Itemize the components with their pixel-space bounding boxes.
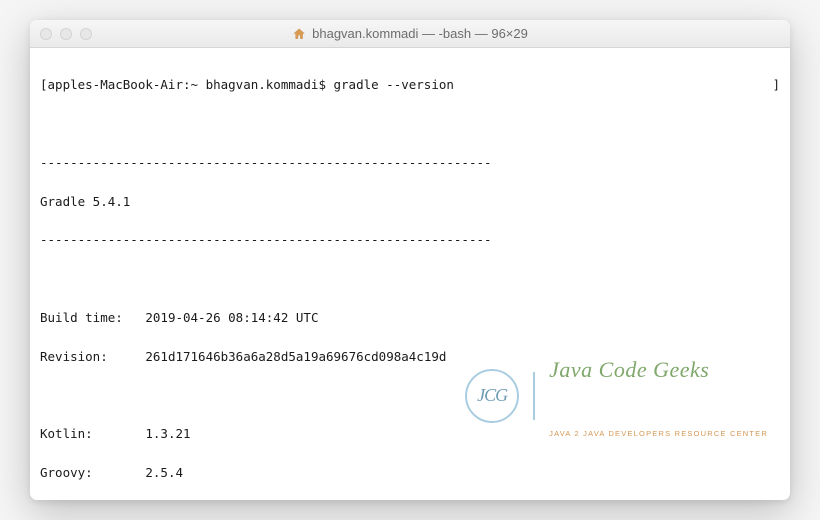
label: Revision: <box>40 349 108 364</box>
value: 2.5.4 <box>145 465 183 480</box>
close-button[interactable] <box>40 28 52 40</box>
separator-line: ----------------------------------------… <box>40 230 780 249</box>
label: Groovy: <box>40 465 93 480</box>
watermark-title: Java Code Geeks <box>549 353 768 387</box>
blank-line <box>40 114 780 133</box>
traffic-lights <box>40 28 92 40</box>
command-text: gradle --version <box>334 77 454 92</box>
prompt-text: [apples-MacBook-Air:~ bhagvan.kommadi$ <box>40 77 334 92</box>
window-title-group: bhagvan.kommadi — -bash — 96×29 <box>292 26 528 41</box>
value: 1.3.21 <box>145 426 190 441</box>
watermark-subtitle: JAVA 2 JAVA DEVELOPERS RESOURCE CENTER <box>549 428 768 440</box>
minimize-button[interactable] <box>60 28 72 40</box>
prompt-close-bracket: ] <box>772 75 780 94</box>
titlebar: bhagvan.kommadi — -bash — 96×29 <box>30 20 790 48</box>
watermark-divider <box>533 372 535 420</box>
label: Build time: <box>40 310 123 325</box>
zoom-button[interactable] <box>80 28 92 40</box>
watermark-badge: JCG <box>465 369 519 423</box>
gradle-version-line: Gradle 5.4.1 <box>40 192 780 211</box>
value: 2019-04-26 08:14:42 UTC <box>145 310 318 325</box>
separator-line: ----------------------------------------… <box>40 153 780 172</box>
terminal-content[interactable]: [apples-MacBook-Air:~ bhagvan.kommadi$ g… <box>30 48 790 500</box>
watermark-text: Java Code Geeks JAVA 2 JAVA DEVELOPERS R… <box>549 314 768 478</box>
label: Kotlin: <box>40 426 93 441</box>
prompt-line-1: [apples-MacBook-Air:~ bhagvan.kommadi$ g… <box>40 75 780 94</box>
window-title: bhagvan.kommadi — -bash — 96×29 <box>312 26 528 41</box>
home-icon <box>292 27 306 41</box>
terminal-window: bhagvan.kommadi — -bash — 96×29 [apples-… <box>30 20 790 500</box>
value: 261d171646b36a6a28d5a19a69676cd098a4c19d <box>145 349 446 364</box>
watermark: JCG Java Code Geeks JAVA 2 JAVA DEVELOPE… <box>465 314 768 478</box>
blank-line <box>40 269 780 288</box>
